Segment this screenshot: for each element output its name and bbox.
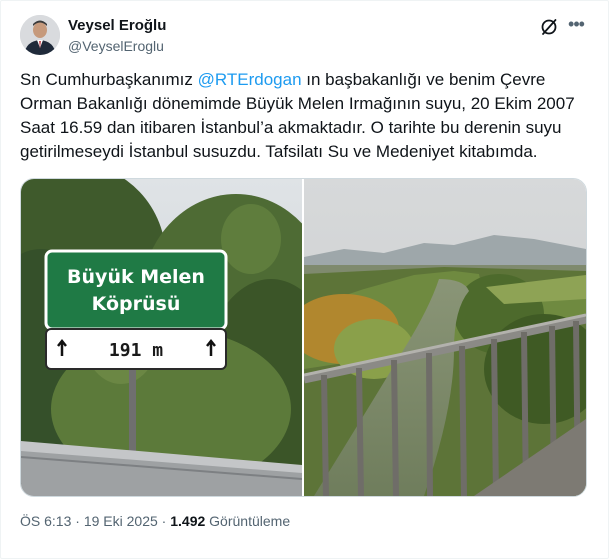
views-label: Görüntüleme (205, 513, 291, 529)
sign-line-2: Köprüsü (92, 293, 181, 315)
meta-separator-2: · (157, 513, 171, 529)
tweet-text-start: Sn Cumhurbaşkanımız (20, 70, 198, 89)
grok-icon[interactable] (539, 17, 559, 37)
author-name[interactable]: Veysel Eroğlu (68, 17, 166, 34)
sign-distance: 191 m (109, 340, 163, 361)
author-handle[interactable]: @VeyselEroglu (68, 38, 164, 54)
more-options-icon[interactable]: ••• (566, 15, 586, 35)
avatar-image (20, 15, 60, 55)
tweet-meta: ÖS 6:13 · 19 Eki 2025 · 1.492 Görüntülem… (20, 513, 290, 529)
post-time[interactable]: ÖS 6:13 (20, 513, 71, 529)
avatar[interactable] (20, 15, 60, 55)
photo-bridge-sign[interactable]: Büyük Melen Köprüsü 191 m (21, 179, 341, 496)
sign-line-1: Büyük Melen (67, 266, 205, 288)
tweet-text: Sn Cumhurbaşkanımız @RTErdogan ın başbak… (20, 68, 592, 164)
post-date[interactable]: 19 Eki 2025 (84, 513, 158, 529)
media-grid: Büyük Melen Köprüsü 191 m (20, 178, 587, 497)
photo-river[interactable] (289, 179, 586, 496)
views-count: 1.492 (170, 513, 206, 529)
mention-link[interactable]: @RTErdogan (198, 70, 302, 89)
meta-separator: · (71, 513, 84, 529)
